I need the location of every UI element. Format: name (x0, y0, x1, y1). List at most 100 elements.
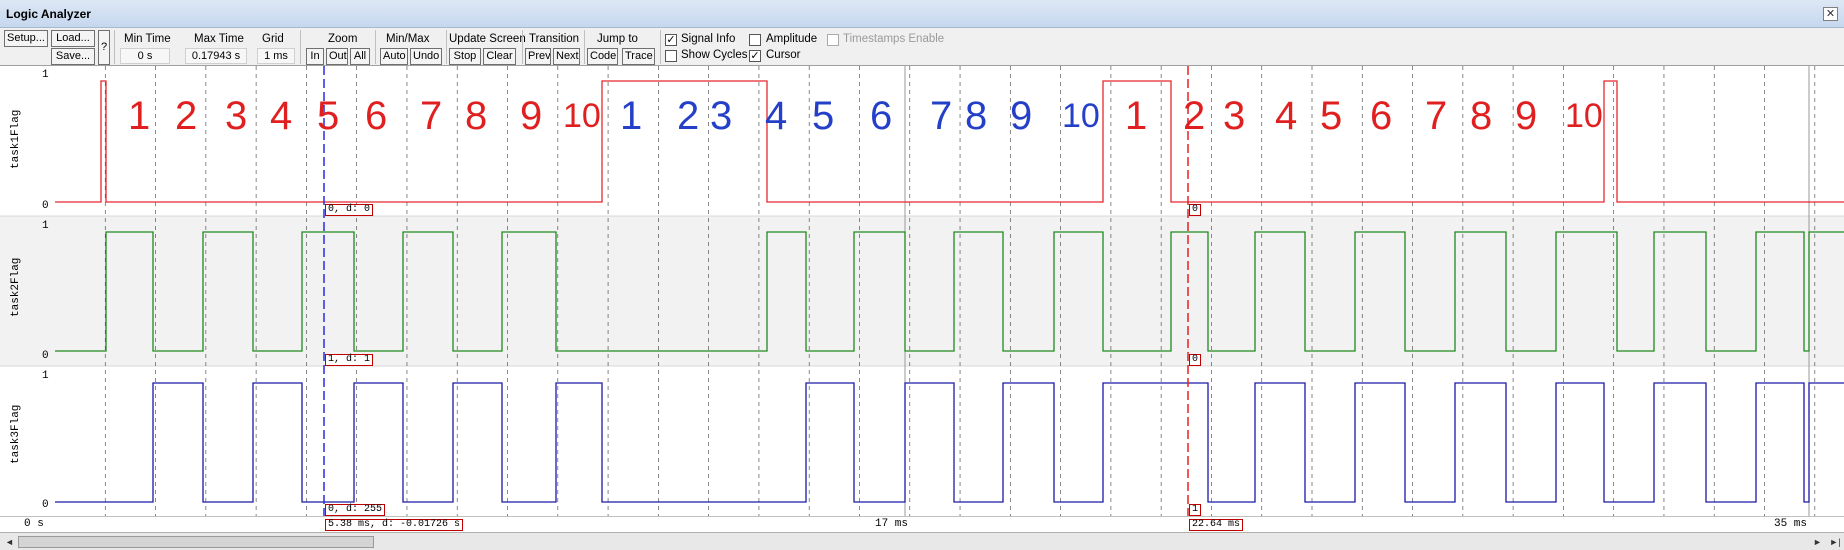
minmax-label: Min/Max (386, 33, 430, 45)
scroll-right-icon[interactable]: ► (1810, 535, 1825, 549)
update-clear-button[interactable]: Clear (483, 48, 516, 65)
update-screen-label: Update Screen (449, 33, 526, 45)
timestamps-enable-label: Timestamps Enable (843, 33, 945, 45)
task1-band (0, 66, 1844, 216)
annotation-red-first-3: 3 (225, 94, 248, 138)
show-cycles-label: Show Cycles (681, 49, 748, 61)
annotation-blue-7: 7 (930, 94, 953, 138)
annotation-blue-5: 5 (812, 94, 835, 138)
task3-low-tick: 0 (42, 499, 49, 511)
timestamps-enable-checkbox[interactable] (827, 34, 839, 46)
task2-blue-cursor-value: 1, d: 1 (325, 354, 374, 366)
signal-name-task1: task1Flag (10, 109, 22, 169)
show-cycles-checkbox[interactable] (665, 50, 677, 62)
separator (375, 30, 376, 64)
task1-low-tick: 0 (42, 200, 49, 212)
min-time-value: 0 s (120, 48, 170, 64)
annotation-red-first-1: 1 (128, 94, 151, 138)
amplitude-label: Amplitude (766, 33, 818, 45)
toolbar: Setup... Load... Save... ? Min Time 0 s … (0, 28, 1844, 66)
cursor-checkbox[interactable]: ✓ (749, 50, 761, 62)
horizontal-scrollbar[interactable]: ◄ ► ►| (0, 532, 1844, 550)
waveform-area[interactable]: task1Flag task2Flag task3Flag 1 0 1 0 1 … (0, 66, 1844, 516)
load-button[interactable]: Load... (51, 30, 95, 47)
task3-band (0, 366, 1844, 516)
annotation-red-first-2: 2 (175, 94, 198, 138)
annotation-red-second-7: 7 (1425, 94, 1448, 138)
annotation-red-second-1: 1 (1125, 94, 1148, 138)
annotation-red-second-10: 10 (1565, 97, 1603, 135)
annotation-red-first-10: 10 (563, 97, 601, 135)
grid-value: 1 ms (257, 48, 295, 64)
red-cursor-readout: 22.64 ms (1189, 519, 1244, 531)
annotation-blue-2: 2 (677, 94, 700, 138)
save-button[interactable]: Save... (51, 48, 95, 65)
separator (446, 30, 447, 64)
jump-trace-button[interactable]: Trace (622, 48, 655, 65)
annotation-blue-6: 6 (870, 94, 893, 138)
annotation-red-first-6: 6 (365, 94, 388, 138)
minmax-undo-button[interactable]: Undo (410, 48, 442, 65)
task3-high-tick: 1 (42, 370, 49, 382)
minmax-auto-button[interactable]: Auto (380, 48, 408, 65)
zoom-label: Zoom (328, 33, 358, 45)
annotation-blue-9: 9 (1010, 94, 1033, 138)
time-axis-mid: 17 ms (875, 518, 909, 530)
time-axis: 0 s 17 ms 35 ms 5.38 ms, d: -0.01726 s 2… (0, 516, 1844, 532)
annotation-red-first-8: 8 (465, 94, 488, 138)
zoom-in-button[interactable]: In (306, 48, 324, 65)
annotation-red-second-6: 6 (1370, 94, 1393, 138)
min-time-label: Min Time (124, 33, 171, 45)
annotation-blue-3: 3 (710, 94, 733, 138)
annotation-blue-8: 8 (965, 94, 988, 138)
signal-name-task3: task3Flag (10, 404, 22, 464)
separator (660, 30, 661, 64)
title-bar: Logic Analyzer ✕ (0, 0, 1844, 28)
annotation-red-second-4: 4 (1275, 94, 1298, 138)
max-time-value: 0.17943 s (185, 48, 247, 64)
grid-label: Grid (262, 33, 284, 45)
separator (300, 30, 301, 64)
scroll-left-icon[interactable]: ◄ (2, 535, 17, 549)
task1-red-cursor-value: 0 (1189, 204, 1202, 216)
annotation-red-first-5: 5 (317, 94, 340, 138)
annotation-blue-4: 4 (765, 94, 788, 138)
task2-high-tick: 1 (42, 220, 49, 232)
transition-prev-button[interactable]: Prev (525, 48, 551, 65)
cursor-label: Cursor (766, 49, 801, 61)
close-icon[interactable]: ✕ (1823, 7, 1838, 21)
signal-info-label: Signal Info (681, 33, 736, 45)
annotation-red-second-9: 9 (1515, 94, 1538, 138)
annotation-red-first-4: 4 (270, 94, 293, 138)
task2-red-cursor-value: 0 (1189, 354, 1202, 366)
jump-to-label: Jump to (597, 33, 638, 45)
zoom-all-button[interactable]: All (350, 48, 370, 65)
max-time-label: Max Time (194, 33, 244, 45)
annotation-red-first-9: 9 (520, 94, 543, 138)
time-axis-start: 0 s (24, 518, 44, 530)
annotation-blue-1: 1 (620, 94, 643, 138)
annotation-red-second-2: 2 (1183, 94, 1206, 138)
separator (584, 30, 585, 64)
task3-blue-cursor-value: 0, d: 255 (325, 504, 386, 516)
separator (522, 30, 523, 64)
setup-button[interactable]: Setup... (4, 30, 48, 47)
signal-info-checkbox[interactable]: ✓ (665, 34, 677, 46)
scrollbar-thumb[interactable] (18, 536, 374, 548)
help-button[interactable]: ? (98, 30, 110, 65)
annotation-red-second-3: 3 (1223, 94, 1246, 138)
scroll-end-icon[interactable]: ►| (1826, 535, 1844, 549)
annotation-red-second-5: 5 (1320, 94, 1343, 138)
separator (114, 30, 115, 64)
task1-high-tick: 1 (42, 69, 49, 81)
zoom-out-button[interactable]: Out (326, 48, 348, 65)
task2-band (0, 216, 1844, 366)
transition-label: Transition (529, 33, 580, 45)
update-stop-button[interactable]: Stop (449, 48, 481, 65)
signal-name-task2: task2Flag (10, 257, 22, 317)
amplitude-checkbox[interactable] (749, 34, 761, 46)
task2-low-tick: 0 (42, 350, 49, 362)
transition-next-button[interactable]: Next (553, 48, 580, 65)
annotation-red-second-8: 8 (1470, 94, 1493, 138)
jump-code-button[interactable]: Code (587, 48, 618, 65)
